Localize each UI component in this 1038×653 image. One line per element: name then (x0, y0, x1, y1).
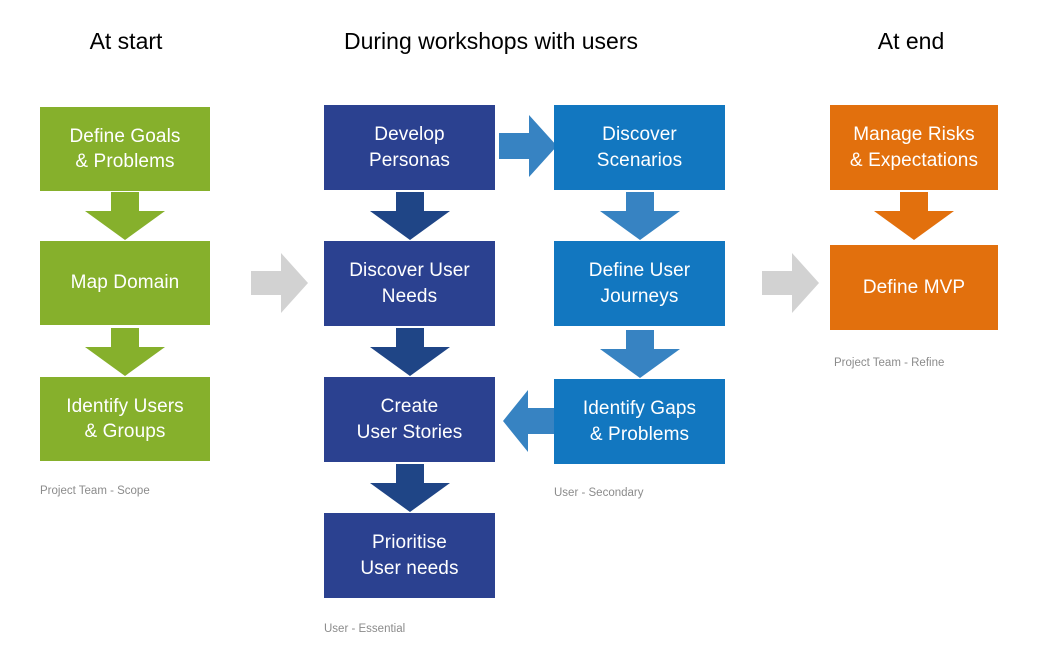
arrow-down-darkblue-2 (370, 328, 450, 376)
box-map-domain[interactable]: Map Domain (40, 241, 210, 325)
box-line-2: Journeys (600, 285, 679, 307)
box-line-2: & Expectations (849, 149, 979, 171)
box-manage-risks-expectations[interactable]: Manage Risks & Expectations (830, 105, 998, 190)
box-line-1: Discover (602, 124, 677, 146)
caption-project-team-refine: Project Team - Refine (834, 357, 945, 369)
arrow-down-darkblue-1 (370, 192, 450, 240)
box-discover-user-needs[interactable]: Discover User Needs (324, 241, 495, 326)
box-identify-gaps-problems[interactable]: Identify Gaps & Problems (554, 379, 725, 464)
arrow-down-green-2 (85, 328, 165, 376)
caption-user-essential: User - Essential (324, 623, 406, 635)
heading-at-end: At end (877, 28, 945, 54)
box-create-user-stories[interactable]: Create User Stories (324, 377, 495, 462)
box-line-1: Identify Users (66, 395, 184, 417)
box-discover-scenarios[interactable]: Discover Scenarios (554, 105, 725, 190)
arrow-right-grey-2 (762, 253, 819, 313)
box-line-1: Discover User (349, 260, 470, 282)
arrow-down-lightblue-1 (600, 192, 680, 240)
heading-during-workshops: During workshops with users (343, 28, 638, 54)
box-line-1: Map Domain (70, 272, 180, 294)
box-identify-users-groups[interactable]: Identify Users & Groups (40, 377, 210, 461)
box-line-1: Define Goals (69, 125, 181, 147)
box-develop-personas[interactable]: Develop Personas (324, 105, 495, 190)
diagram-canvas: At start During workshops with users At … (0, 0, 1038, 653)
box-line-2: & Problems (75, 151, 175, 172)
box-line-1: Create (380, 396, 439, 418)
box-line-1: Develop (374, 124, 445, 146)
box-define-goals-problems[interactable]: Define Goals & Problems (40, 107, 210, 191)
box-define-mvp[interactable]: Define MVP (830, 245, 998, 330)
heading-at-start: At start (89, 28, 163, 54)
box-line-1: Define User (588, 260, 691, 282)
box-line-1: Manage Risks (853, 124, 975, 146)
box-line-2: Personas (368, 149, 451, 171)
box-line-2: & Problems (589, 423, 690, 445)
box-line-1: Define MVP (862, 276, 966, 298)
caption-user-secondary: User - Secondary (554, 487, 644, 499)
box-line-2: User Stories (356, 421, 463, 443)
box-line-1: Prioritise (372, 532, 447, 554)
arrow-left-blue-gaps-to-stories (503, 390, 554, 452)
box-line-2: Scenarios (596, 149, 683, 171)
arrow-down-lightblue-2 (600, 330, 680, 378)
caption-project-team-scope: Project Team - Scope (40, 485, 150, 497)
arrow-right-blue-personas-to-scenarios (499, 115, 557, 177)
arrow-right-grey-1 (251, 253, 308, 313)
box-define-user-journeys[interactable]: Define User Journeys (554, 241, 725, 326)
box-prioritise-user-needs[interactable]: Prioritise User needs (324, 513, 495, 598)
box-line-2: User needs (360, 557, 459, 579)
arrow-down-orange-1 (874, 192, 954, 240)
box-line-2: & Groups (84, 421, 166, 442)
arrow-down-darkblue-3 (370, 464, 450, 512)
box-line-2: Needs (381, 285, 438, 307)
arrow-down-green-1 (85, 192, 165, 240)
box-line-1: Identify Gaps (582, 398, 697, 420)
